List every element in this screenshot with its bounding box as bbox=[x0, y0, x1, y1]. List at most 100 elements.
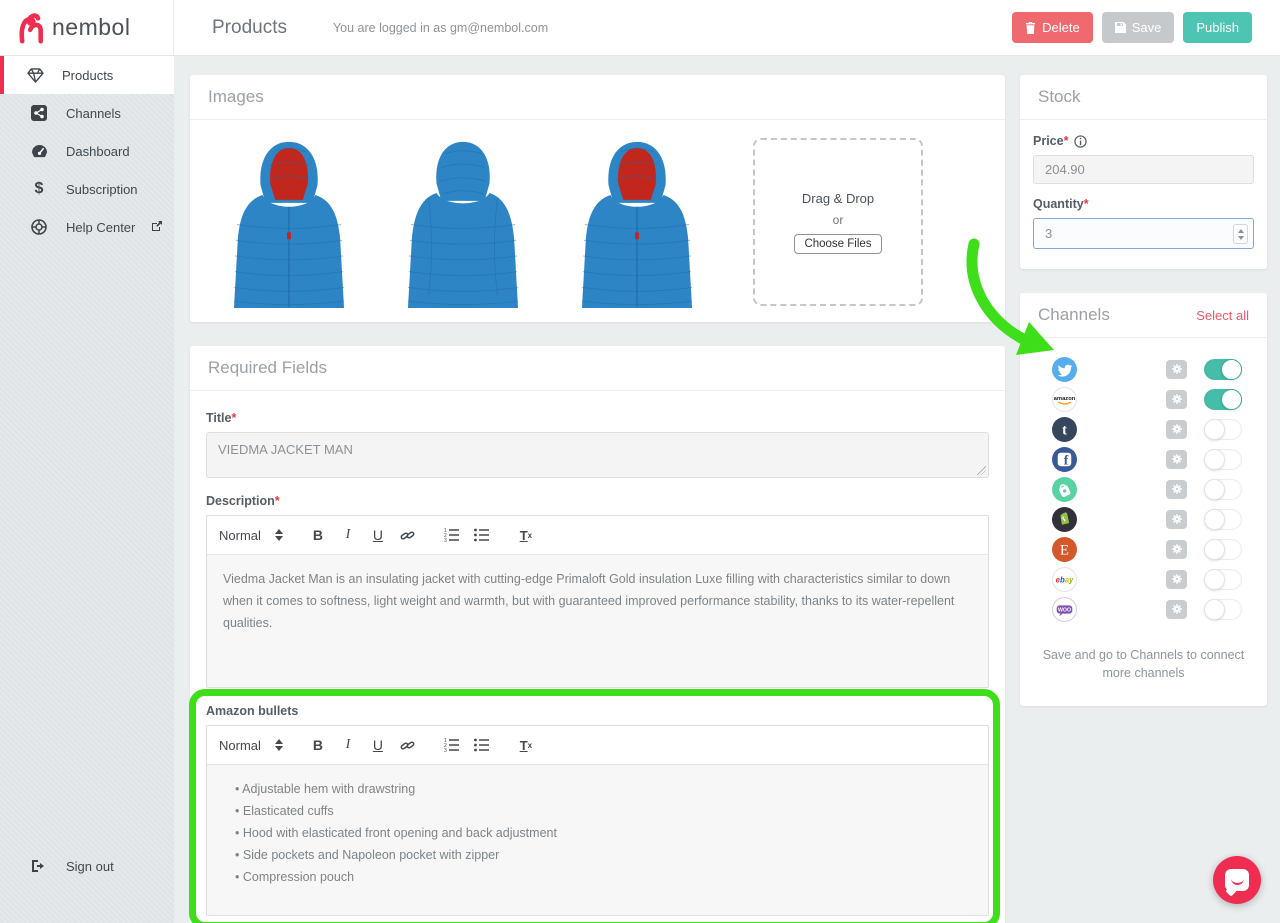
right-column: Stock Price* 204.90 Quantity* 3 bbox=[1020, 75, 1267, 923]
channel-toggle[interactable] bbox=[1204, 359, 1242, 380]
product-photo-back[interactable] bbox=[398, 138, 528, 310]
italic-button[interactable]: I bbox=[335, 524, 361, 546]
bullet-item: Adjustable hem with drawstring bbox=[235, 779, 972, 801]
channel-toggle[interactable] bbox=[1204, 509, 1242, 530]
top-bar: nembol Products You are logged in as gm@… bbox=[0, 0, 1280, 56]
channel-toggle[interactable] bbox=[1204, 389, 1242, 410]
amazon-icon: amazon bbox=[1052, 387, 1077, 412]
bullet-item: Compression pouch bbox=[235, 867, 972, 889]
channel-settings-button[interactable] bbox=[1166, 390, 1187, 409]
channel-row-facebook: f bbox=[1033, 444, 1254, 474]
channel-toggle[interactable] bbox=[1204, 479, 1242, 500]
sidebar-item-subscription[interactable]: $ Subscription bbox=[0, 170, 174, 208]
select-all-link[interactable]: Select all bbox=[1196, 308, 1249, 323]
underline-button[interactable]: U bbox=[365, 524, 391, 546]
sign-out-label: Sign out bbox=[66, 859, 114, 874]
amazon-bullets-editor: Normal B I U 123 bbox=[206, 725, 989, 916]
info-icon[interactable] bbox=[1074, 135, 1087, 148]
channel-row-shpock bbox=[1033, 474, 1254, 504]
italic-button[interactable]: I bbox=[335, 734, 361, 756]
channel-settings-button[interactable] bbox=[1166, 480, 1187, 499]
bold-button[interactable]: B bbox=[305, 524, 331, 546]
sidebar-item-label: Channels bbox=[66, 106, 121, 121]
images-card: Images bbox=[190, 75, 1005, 322]
left-column: Images bbox=[190, 75, 1005, 923]
channel-row-ebay: ebay bbox=[1033, 564, 1254, 594]
stock-card-title: Stock bbox=[1020, 75, 1267, 120]
svg-text:3: 3 bbox=[444, 748, 447, 752]
nembol-logo-icon bbox=[16, 12, 46, 44]
choose-files-button[interactable]: Choose Files bbox=[794, 234, 881, 254]
trash-icon bbox=[1025, 22, 1036, 34]
sidebar-item-channels[interactable]: Channels bbox=[0, 94, 174, 132]
etsy-icon: E bbox=[1052, 537, 1077, 562]
stock-card: Stock Price* 204.90 Quantity* 3 bbox=[1020, 75, 1267, 269]
image-dropzone[interactable]: Drag & Drop or Choose Files bbox=[753, 138, 923, 306]
amazon-bullets-input[interactable]: Adjustable hem with drawstring Elasticat… bbox=[207, 765, 988, 915]
svg-text:f: f bbox=[1064, 452, 1069, 467]
link-button[interactable] bbox=[395, 734, 421, 756]
bullet-item: Elasticated cuffs bbox=[235, 801, 972, 823]
logo[interactable]: nembol bbox=[0, 0, 174, 55]
ordered-list-button[interactable]: 123 bbox=[439, 524, 465, 546]
svg-text:amazon: amazon bbox=[1054, 396, 1076, 402]
format-dropdown[interactable]: Normal bbox=[219, 738, 283, 753]
clear-formatting-button[interactable]: Tx bbox=[513, 734, 539, 756]
topbar-actions: Delete Save Publish bbox=[1012, 12, 1252, 43]
svg-text:E: E bbox=[1060, 542, 1069, 558]
dashboard-icon bbox=[30, 142, 48, 160]
title-input[interactable]: VIEDMA JACKET MAN bbox=[206, 432, 989, 478]
amazon-bullets-section: Amazon bullets Normal B I U bbox=[206, 704, 989, 916]
sidebar-item-help-center[interactable]: Help Center bbox=[0, 208, 174, 246]
save-button[interactable]: Save bbox=[1102, 12, 1175, 43]
ordered-list-button[interactable]: 123 bbox=[439, 734, 465, 756]
channel-settings-button[interactable] bbox=[1166, 450, 1187, 469]
sidebar-item-label: Dashboard bbox=[66, 144, 130, 159]
sign-out-button[interactable]: Sign out bbox=[0, 847, 174, 885]
publish-button[interactable]: Publish bbox=[1183, 12, 1252, 43]
bold-button[interactable]: B bbox=[305, 734, 331, 756]
underline-button[interactable]: U bbox=[365, 734, 391, 756]
channel-row-etsy: E bbox=[1033, 534, 1254, 564]
channel-row-tumblr: t bbox=[1033, 414, 1254, 444]
clear-formatting-button[interactable]: Tx bbox=[513, 524, 539, 546]
bullet-list-button[interactable] bbox=[469, 524, 495, 546]
channel-settings-button[interactable] bbox=[1166, 360, 1187, 379]
bullet-list-button[interactable] bbox=[469, 734, 495, 756]
channel-toggle[interactable] bbox=[1204, 449, 1242, 470]
delete-button[interactable]: Delete bbox=[1012, 12, 1093, 43]
bullet-item: Hood with elasticated front opening and … bbox=[235, 823, 972, 845]
required-fields-card: Required Fields Title* VIEDMA JACKET MAN… bbox=[190, 346, 1005, 923]
link-button[interactable] bbox=[395, 524, 421, 546]
sidebar-item-dashboard[interactable]: Dashboard bbox=[0, 132, 174, 170]
svg-text:t: t bbox=[1062, 422, 1067, 438]
channels-card-title: Channels bbox=[1038, 305, 1110, 325]
amazon-bullets-toolbar: Normal B I U 123 bbox=[207, 726, 988, 765]
floppy-icon bbox=[1115, 22, 1126, 33]
chat-widget-button[interactable] bbox=[1213, 856, 1261, 904]
sidebar-item-label: Products bbox=[62, 68, 113, 83]
channel-toggle[interactable] bbox=[1204, 599, 1242, 620]
quantity-input[interactable]: 3 bbox=[1033, 218, 1254, 249]
sidebar-item-products[interactable]: Products bbox=[0, 56, 174, 94]
price-label: Price* bbox=[1033, 134, 1254, 148]
channel-settings-button[interactable] bbox=[1166, 540, 1187, 559]
format-dropdown[interactable]: Normal bbox=[219, 528, 283, 543]
product-photo-front-2[interactable] bbox=[572, 138, 702, 310]
price-input[interactable]: 204.90 bbox=[1033, 155, 1254, 184]
channel-settings-button[interactable] bbox=[1166, 420, 1187, 439]
channel-toggle[interactable] bbox=[1204, 419, 1242, 440]
channel-toggle[interactable] bbox=[1204, 539, 1242, 560]
description-input[interactable]: Viedma Jacket Man is an insulating jacke… bbox=[207, 555, 988, 687]
channels-card-header: Channels Select all bbox=[1020, 293, 1267, 338]
channel-toggle[interactable] bbox=[1204, 569, 1242, 590]
channel-settings-button[interactable] bbox=[1166, 510, 1187, 529]
product-photo-front-1[interactable] bbox=[224, 138, 354, 310]
channel-settings-button[interactable] bbox=[1166, 570, 1187, 589]
channel-settings-button[interactable] bbox=[1166, 600, 1187, 619]
main-content: Images bbox=[174, 56, 1280, 923]
svg-text:WOO: WOO bbox=[1058, 607, 1071, 613]
quantity-stepper[interactable] bbox=[1233, 224, 1248, 244]
svg-text:ebay: ebay bbox=[1056, 575, 1074, 584]
sign-out-icon bbox=[30, 857, 48, 875]
